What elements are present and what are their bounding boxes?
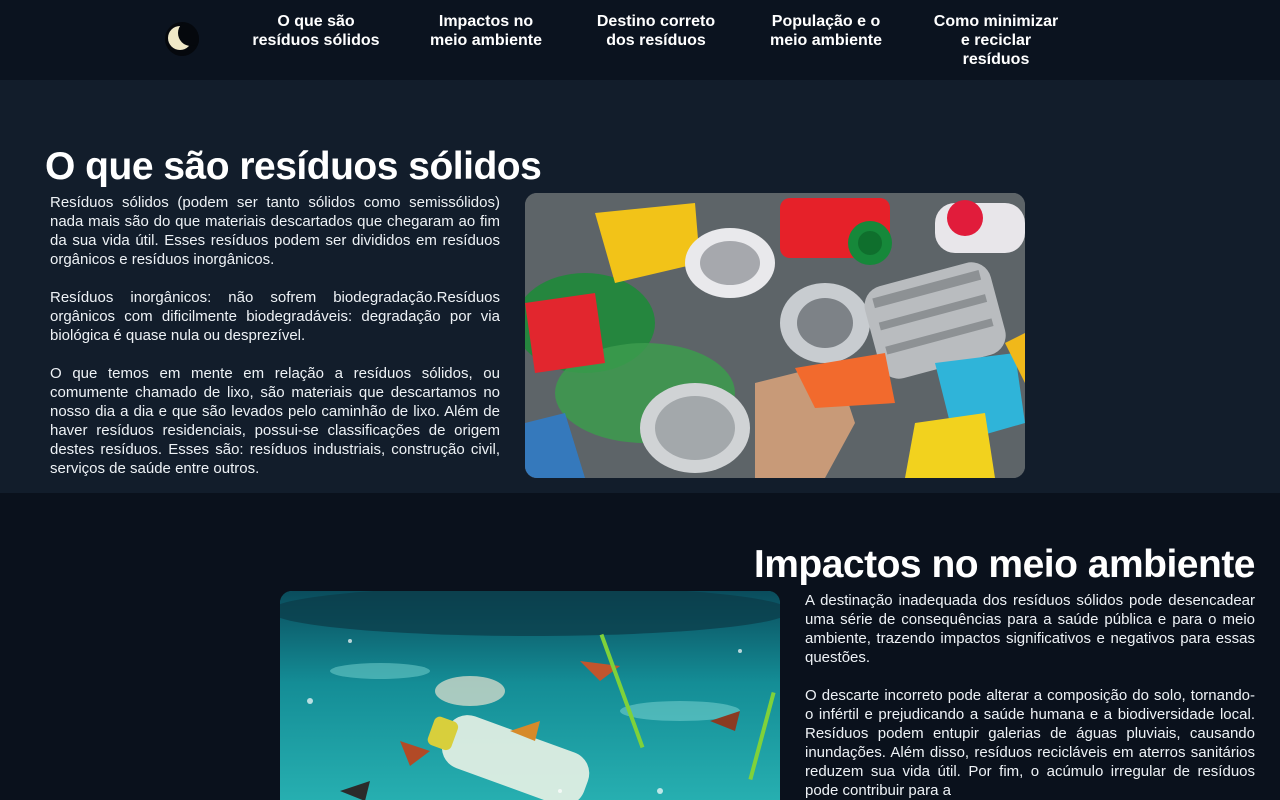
paragraph: O que temos em mente em relação a resídu… bbox=[50, 365, 500, 477]
section-text: Resíduos sólidos (podem ser tanto sólido… bbox=[50, 193, 500, 478]
paragraph: A destinação inadequada dos resíduos sól… bbox=[805, 592, 1255, 666]
top-navbar: O que são resíduos sólidos Impactos no m… bbox=[0, 0, 1280, 80]
moon-icon[interactable] bbox=[165, 22, 199, 56]
nav-link-impactos[interactable]: Impactos no meio ambiente bbox=[411, 12, 561, 50]
nav-link-populacao[interactable]: População e o meio ambiente bbox=[751, 12, 901, 50]
paragraph: O descarte incorreto pode alterar a comp… bbox=[805, 687, 1255, 799]
section-residuos-solidos: O que são resíduos sólidos Resíduos sóli… bbox=[0, 80, 1280, 493]
section-text: A destinação inadequada dos resíduos sól… bbox=[805, 591, 1255, 800]
ocean-pollution-photo bbox=[280, 591, 780, 800]
paragraph: Resíduos sólidos (podem ser tanto sólido… bbox=[50, 194, 500, 268]
section-title: O que são resíduos sólidos bbox=[45, 145, 542, 188]
paragraph: Resíduos inorgânicos: não sofrem biodegr… bbox=[50, 289, 500, 344]
waste-photo bbox=[525, 193, 1025, 478]
nav-link-reciclar[interactable]: Como minimizar e reciclar resíduos bbox=[921, 12, 1071, 69]
nav-link-residuos-solidos[interactable]: O que são resíduos sólidos bbox=[241, 12, 391, 50]
section-title: Impactos no meio ambiente bbox=[753, 543, 1256, 586]
nav-link-destino[interactable]: Destino correto dos resíduos bbox=[581, 12, 731, 50]
